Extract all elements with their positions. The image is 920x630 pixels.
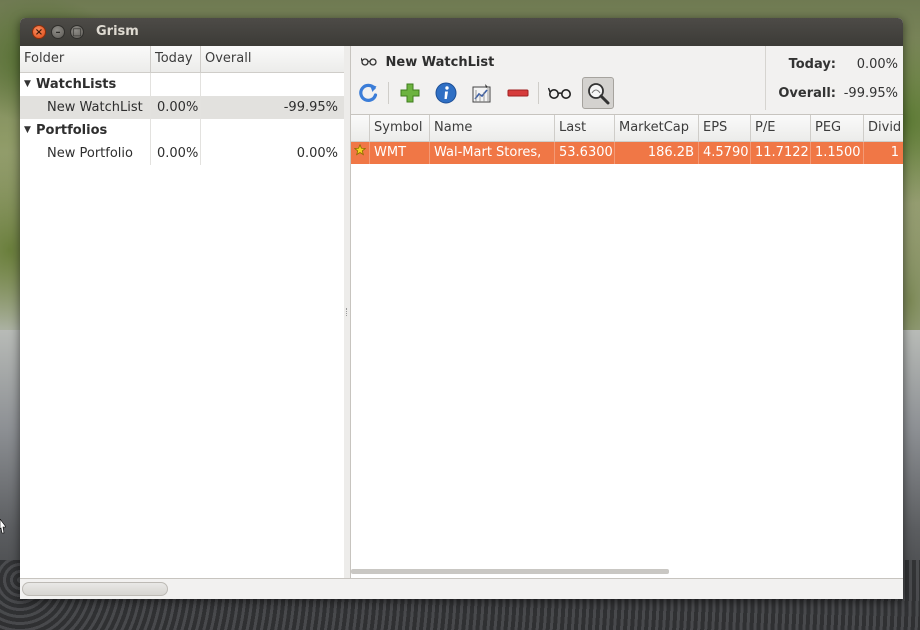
window-titlebar[interactable]: × – □ Grism (20, 18, 903, 46)
column-header-name[interactable]: Name (430, 115, 555, 141)
tree-group-watchlists[interactable]: ▼ WatchLists (20, 73, 344, 96)
tree-group-label: Portfolios (20, 119, 151, 142)
tree-item-overall: 0.00% (296, 146, 338, 161)
remove-stock-button[interactable] (503, 78, 533, 108)
star-icon (351, 142, 370, 164)
bottom-scrollbar-area (20, 578, 903, 599)
window-maximize-button[interactable]: □ (70, 25, 84, 39)
chart-button[interactable] (467, 78, 497, 108)
info-icon (435, 82, 457, 104)
watchlist-title: New WatchList (360, 52, 495, 72)
close-icon: × (34, 27, 44, 38)
tree-item-new-portfolio[interactable]: New Portfolio 0.00% 0.00% (20, 142, 344, 165)
tree-item-name: New WatchList (20, 96, 151, 119)
summary-overall-value: -99.95% (843, 86, 898, 101)
folder-tree-pane: Folder Today Overall ▼ WatchLists New Wa… (20, 46, 345, 578)
table-row[interactable]: WMT Wal-Mart Stores, 53.6300 186.2B 4.57… (351, 142, 903, 164)
column-header-overall[interactable]: Overall (201, 46, 344, 72)
column-header-dividend[interactable]: Divid (864, 115, 903, 141)
column-header-today[interactable]: Today (151, 46, 201, 72)
splitter-grip-icon (346, 308, 349, 316)
cell-name: Wal-Mart Stores, (430, 142, 555, 164)
tree-item-today: 0.00% (151, 142, 201, 165)
column-header-peg[interactable]: PEG (811, 115, 864, 141)
window-minimize-button[interactable]: – (51, 25, 65, 39)
remove-icon (507, 89, 529, 97)
toolbar-separator (388, 82, 389, 104)
column-header-marketcap[interactable]: MarketCap (615, 115, 699, 141)
cell-eps: 4.5790 (699, 142, 751, 164)
tree-cell-empty (151, 119, 201, 142)
watchlist-toolbar (351, 76, 765, 112)
summary-overall-label: Overall: (778, 86, 836, 101)
column-header-eps[interactable]: EPS (699, 115, 751, 141)
cell-pe: 11.7122 (751, 142, 811, 164)
summary-panel: Today: 0.00% Overall: -99.95% (765, 46, 903, 110)
table-horizontal-scrollbar[interactable] (351, 569, 669, 574)
stock-table-header: Symbol Name Last MarketCap EPS P/E PEG D… (351, 115, 903, 142)
zoom-button[interactable] (582, 77, 614, 109)
cell-peg: 1.1500 (811, 142, 864, 164)
column-header-folder[interactable]: Folder (20, 46, 151, 72)
column-header-last[interactable]: Last (555, 115, 615, 141)
add-icon (400, 83, 420, 103)
tree-item-today: 0.00% (151, 96, 201, 119)
mouse-cursor-icon (0, 519, 6, 534)
tree-item-name: New Portfolio (20, 142, 151, 165)
glasses-icon (548, 87, 571, 99)
cell-symbol: WMT (370, 142, 430, 164)
folder-horizontal-scrollbar[interactable] (22, 582, 168, 596)
cell-last: 53.6300 (555, 142, 615, 164)
chart-icon (472, 84, 491, 103)
window-title: Grism (96, 24, 139, 39)
cell-dividend: 1 (890, 145, 899, 160)
column-header-symbol[interactable]: Symbol (370, 115, 430, 141)
watchlist-pane: New WatchList Today: 0.00% Overall: -99.… (351, 46, 903, 579)
column-header-pe[interactable]: P/E (751, 115, 811, 141)
tree-group-label: WatchLists (20, 73, 151, 96)
add-stock-button[interactable] (395, 78, 425, 108)
minimize-icon: – (55, 27, 61, 38)
zoom-icon (588, 83, 610, 105)
watch-button[interactable] (545, 78, 575, 108)
tree-item-overall: -99.95% (283, 100, 338, 115)
refresh-icon (359, 83, 378, 102)
watchlist-title-text: New WatchList (385, 55, 495, 70)
grism-window: × – □ Grism Folder Today Overall ▼ Watch… (20, 18, 903, 599)
summary-today-value: 0.00% (856, 57, 898, 72)
info-button[interactable] (431, 78, 461, 108)
column-header-star[interactable] (351, 115, 370, 141)
tree-cell-empty (151, 73, 201, 96)
toolbar-separator (538, 82, 539, 104)
refresh-button[interactable] (353, 78, 383, 108)
cell-marketcap: 186.2B (615, 142, 699, 164)
folder-tree-header: Folder Today Overall (20, 46, 344, 73)
maximize-icon: □ (72, 27, 82, 38)
pane-splitter-handle[interactable] (344, 46, 351, 578)
tree-group-portfolios[interactable]: ▼ Portfolios (20, 119, 344, 142)
window-close-button[interactable]: × (32, 25, 46, 39)
summary-today-label: Today: (788, 57, 836, 72)
tree-item-new-watchlist[interactable]: New WatchList 0.00% -99.95% (20, 96, 344, 119)
glasses-icon (360, 52, 381, 72)
stock-table: Symbol Name Last MarketCap EPS P/E PEG D… (351, 114, 903, 579)
